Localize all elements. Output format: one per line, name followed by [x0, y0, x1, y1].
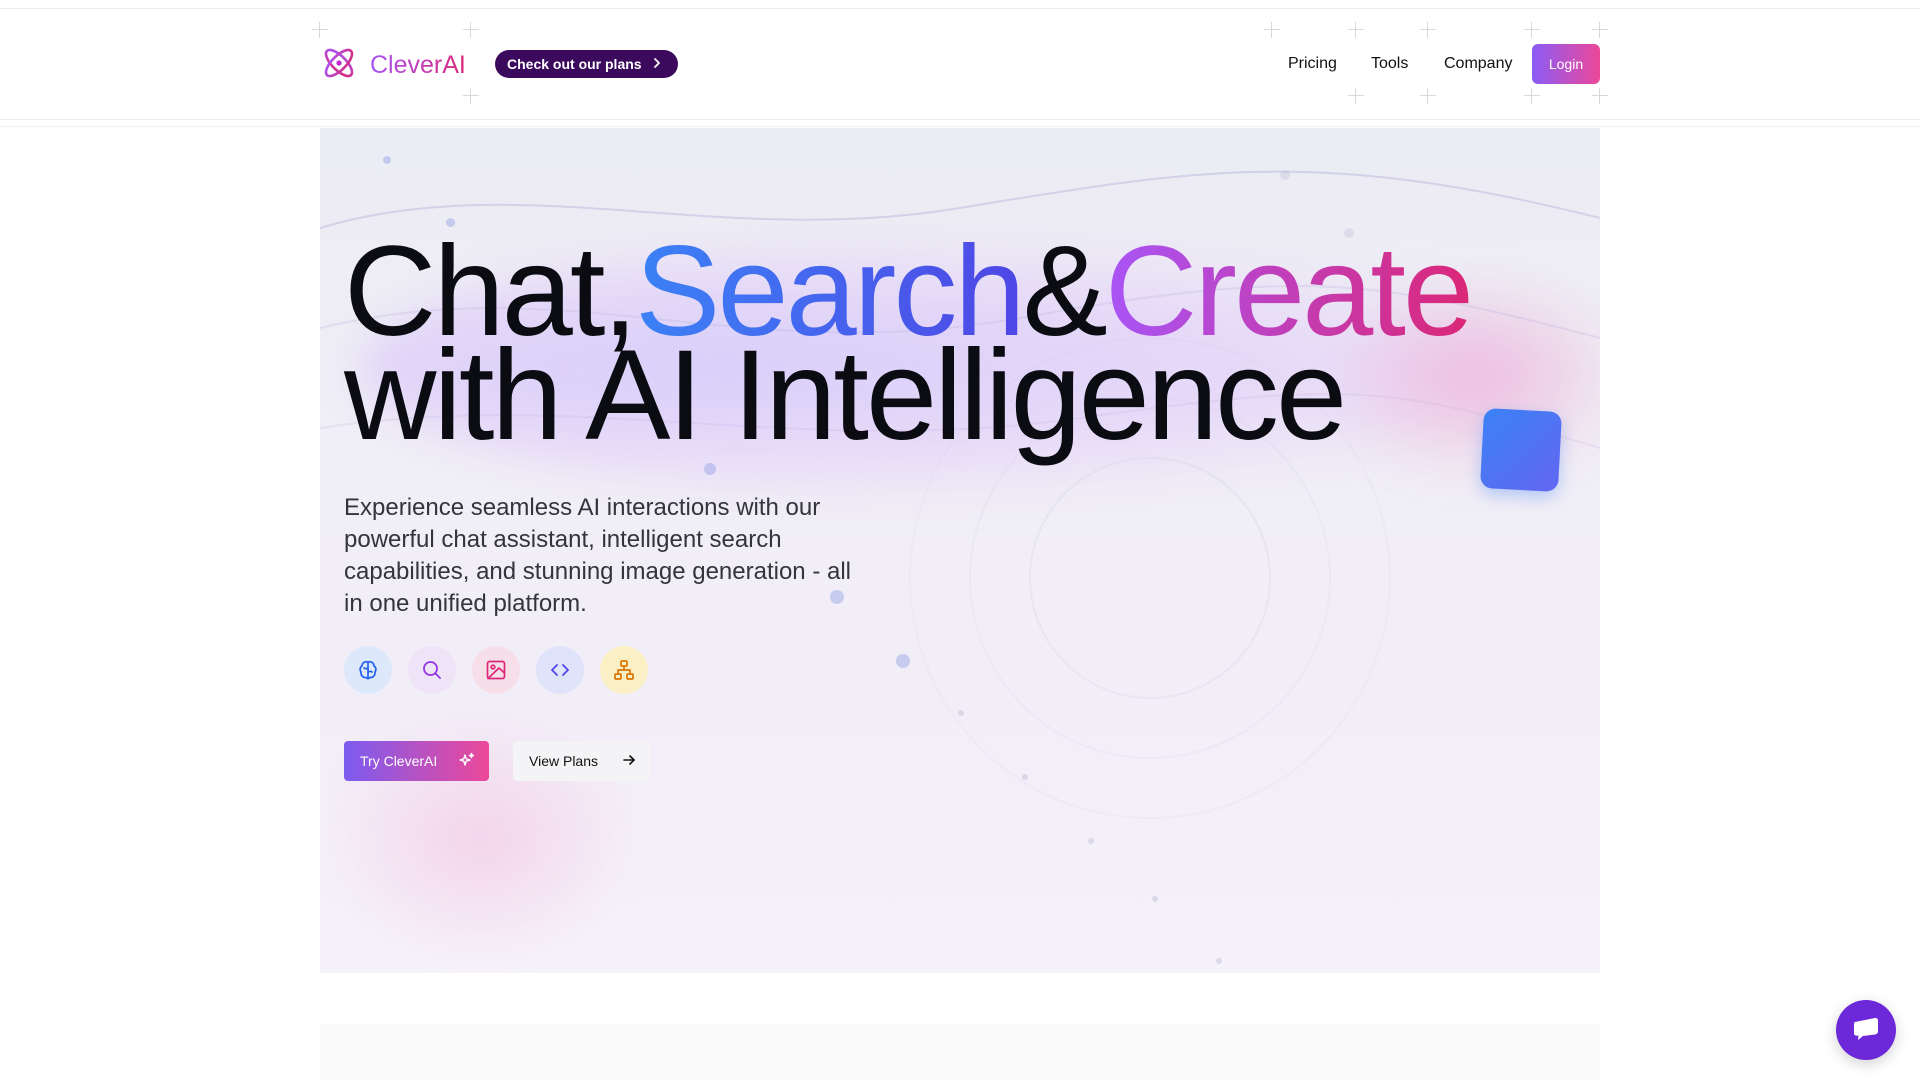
- floating-cube: [1479, 408, 1563, 492]
- hero-title: Chat,Search&Create with AI Intelligence: [344, 228, 1474, 467]
- chat-widget-button[interactable]: [1836, 1000, 1896, 1060]
- sparkles-icon: [459, 752, 475, 771]
- particle-dot: [1022, 774, 1028, 780]
- try-cleverai-label: Try CleverAI: [360, 753, 438, 769]
- brand-name: CleverAI: [370, 51, 466, 79]
- view-plans-button[interactable]: View Plans: [513, 741, 650, 781]
- image-icon[interactable]: [472, 646, 520, 694]
- particle-dot: [1280, 170, 1290, 180]
- check-plans-button[interactable]: Check out our plans: [495, 50, 678, 78]
- search-icon[interactable]: [408, 646, 456, 694]
- hero-title-line2: with AI Intelligence: [344, 324, 1347, 467]
- plus-decoration: [1264, 22, 1280, 38]
- particle-dot: [1216, 958, 1222, 964]
- chat-bubble-icon: [1851, 1014, 1881, 1047]
- plus-decoration: [1524, 88, 1540, 104]
- plus-decoration: [1420, 88, 1436, 104]
- chevron-right-icon: [652, 56, 662, 72]
- code-icon[interactable]: [536, 646, 584, 694]
- nav-tools[interactable]: Tools: [1371, 50, 1408, 78]
- plus-decoration: [463, 88, 479, 104]
- plus-decoration: [312, 22, 328, 38]
- plus-decoration: [1592, 88, 1608, 104]
- particle-dot: [896, 654, 910, 668]
- hero-subtitle: Experience seamless AI interactions with…: [344, 494, 851, 617]
- particle-dot: [1152, 896, 1158, 902]
- particle-dot: [1088, 838, 1094, 844]
- promo-label: Check out our plans: [507, 56, 642, 72]
- atom-logo-icon: [320, 44, 358, 87]
- hero-section: Chat,Search&Create with AI Intelligence …: [320, 128, 1600, 973]
- brain-icon[interactable]: [344, 646, 392, 694]
- brand-logo[interactable]: CleverAI: [320, 44, 466, 87]
- arrow-right-icon: [622, 753, 636, 770]
- feature-icon-row: [344, 646, 648, 694]
- plus-decoration: [1348, 88, 1364, 104]
- site-header: [0, 9, 1920, 120]
- nav-pricing[interactable]: Pricing: [1288, 50, 1337, 78]
- nav-company[interactable]: Company: [1444, 50, 1512, 78]
- view-plans-label: View Plans: [529, 753, 599, 769]
- network-icon[interactable]: [600, 646, 648, 694]
- login-button[interactable]: Login: [1532, 44, 1600, 84]
- plus-decoration: [1524, 22, 1540, 38]
- plus-decoration: [463, 22, 479, 38]
- next-section: [320, 1024, 1600, 1080]
- try-cleverai-button[interactable]: Try CleverAI: [344, 741, 489, 781]
- particle-dot: [383, 156, 391, 164]
- plus-decoration: [1348, 22, 1364, 38]
- plus-decoration: [1592, 22, 1608, 38]
- header-divider: [0, 126, 1920, 127]
- particle-dot: [958, 710, 964, 716]
- plus-decoration: [1420, 22, 1436, 38]
